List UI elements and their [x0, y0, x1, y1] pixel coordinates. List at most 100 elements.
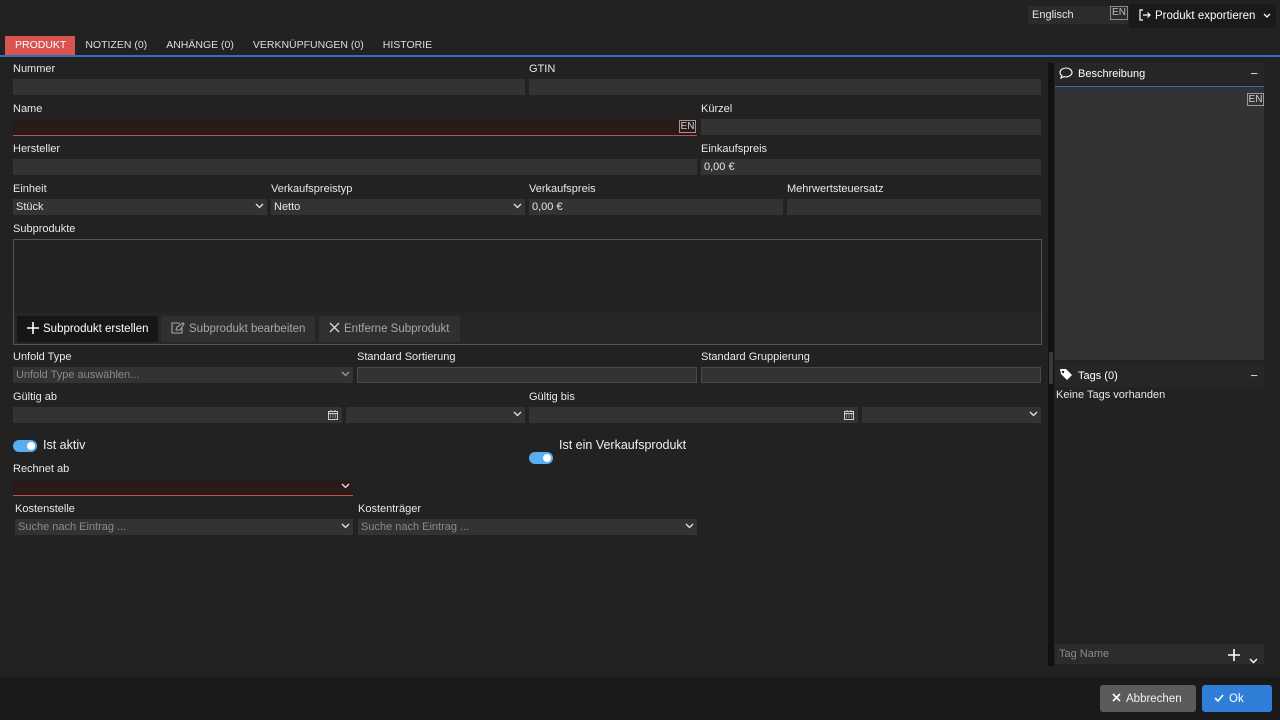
chevron-down-icon [1029, 411, 1038, 419]
tab-historie[interactable]: HISTORIE [373, 36, 441, 55]
verkaufspreis-input[interactable]: 0,00 € [529, 199, 783, 215]
hersteller-label: Hersteller [13, 143, 61, 155]
std-gruppierung-input[interactable] [701, 367, 1041, 383]
tab-anhaenge[interactable]: ANHÄNGE (0) [156, 36, 243, 55]
gtin-label: GTIN [529, 63, 556, 75]
tag-icon [1059, 368, 1073, 384]
kostentraeger-placeholder: Suche nach Eintrag ... [361, 521, 470, 533]
tags-list: Keine Tags vorhanden [1055, 387, 1264, 643]
name-label: Name [13, 103, 43, 115]
kostentraeger-select[interactable]: Suche nach Eintrag ... [358, 519, 697, 535]
name-input[interactable]: EN [13, 119, 697, 136]
tags-title: Tags (0) [1078, 370, 1118, 382]
chevron-down-icon [341, 523, 350, 531]
cancel-button[interactable]: Abbrechen [1100, 685, 1196, 712]
collapse-icon[interactable]: − [1250, 368, 1258, 383]
ist-aktiv-label: Ist aktiv [43, 438, 86, 452]
std-sortierung-input[interactable] [357, 367, 697, 383]
beschreibung-editor[interactable]: EN [1055, 86, 1264, 360]
language-code-badge[interactable]: EN [1110, 6, 1128, 20]
subprodukt-erstellen-label: Subprodukt erstellen [43, 323, 149, 335]
chevron-down-icon [513, 411, 522, 419]
chevron-down-icon[interactable] [1249, 651, 1258, 671]
kostenstelle-label: Kostenstelle [15, 503, 75, 515]
tags-empty-text: Keine Tags vorhanden [1056, 389, 1166, 401]
calendar-icon[interactable] [328, 410, 338, 420]
gueltig-bis-time-select[interactable] [862, 407, 1041, 423]
export-icon [1138, 8, 1152, 24]
mwst-input[interactable] [787, 199, 1041, 215]
verkaufspreistyp-value: Netto [274, 201, 301, 213]
kostenstelle-placeholder: Suche nach Eintrag ... [18, 521, 127, 533]
tab-notizen[interactable]: NOTIZEN (0) [75, 36, 156, 55]
close-icon [1112, 692, 1121, 705]
kostenstelle-select[interactable]: Suche nach Eintrag ... [15, 519, 353, 535]
rechnet-ab-select[interactable] [13, 479, 353, 496]
language-select-value: Englisch [1032, 9, 1074, 21]
gueltig-bis-date-input[interactable] [529, 407, 858, 423]
gueltig-bis-label: Gültig bis [529, 391, 575, 403]
splitter-handle[interactable] [1049, 352, 1053, 384]
ist-verkaufsprodukt-label: Ist ein Verkaufsprodukt [559, 438, 687, 452]
unfold-type-label: Unfold Type [13, 351, 72, 363]
tag-name-input[interactable]: Tag Name [1055, 644, 1264, 664]
chevron-down-icon [513, 203, 522, 211]
beschreibung-language-badge[interactable]: EN [1247, 93, 1264, 106]
collapse-icon[interactable]: − [1250, 66, 1258, 81]
tab-verknuepfungen[interactable]: VERKNÜPFUNGEN (0) [243, 36, 373, 55]
close-icon [329, 322, 340, 336]
rechnet-ab-label: Rechnet ab [13, 463, 70, 475]
ist-verkaufsprodukt-toggle[interactable] [529, 452, 553, 464]
tab-bar: PRODUKT NOTIZEN (0) ANHÄNGE (0) VERKNÜPF… [5, 36, 441, 55]
nummer-label: Nummer [13, 63, 56, 75]
plus-icon [27, 321, 39, 337]
ist-aktiv-toggle[interactable] [13, 440, 37, 452]
name-language-badge[interactable]: EN [679, 120, 696, 133]
subprodukt-bearbeiten-button[interactable]: Subprodukt bearbeiten [161, 316, 316, 342]
tab-underline [0, 55, 1280, 57]
tags-header[interactable]: Tags (0) − [1055, 365, 1264, 387]
kuerzel-input[interactable] [701, 119, 1041, 135]
subprodukt-erstellen-button[interactable]: Subprodukt erstellen [17, 316, 159, 342]
chevron-down-icon [255, 203, 264, 211]
comment-icon [1059, 66, 1073, 82]
subprodukte-label: Subprodukte [13, 223, 76, 235]
subprodukt-entfernen-button[interactable]: Entferne Subprodukt [319, 316, 460, 342]
chevron-down-icon [685, 523, 694, 531]
beschreibung-title: Beschreibung [1078, 68, 1146, 80]
verkaufspreis-label: Verkaufspreis [529, 183, 596, 195]
calendar-icon[interactable] [844, 410, 854, 420]
gueltig-ab-time-select[interactable] [346, 407, 525, 423]
std-gruppierung-label: Standard Gruppierung [701, 351, 810, 363]
einkaufspreis-label: Einkaufspreis [701, 143, 768, 155]
unfold-type-select[interactable]: Unfold Type auswählen... [13, 367, 353, 383]
nummer-input[interactable] [13, 79, 525, 95]
ok-button[interactable]: Ok [1202, 685, 1272, 712]
gueltig-ab-date-input[interactable] [13, 407, 342, 423]
einheit-label: Einheit [13, 183, 47, 195]
beschreibung-header[interactable]: Beschreibung − [1055, 63, 1264, 85]
mwst-label: Mehrwertsteuersatz [787, 183, 884, 195]
verkaufspreistyp-label: Verkaufspreistyp [271, 183, 353, 195]
kostentraeger-label: Kostenträger [358, 503, 421, 515]
ok-label: Ok [1229, 692, 1244, 705]
std-sortierung-label: Standard Sortierung [357, 351, 456, 363]
kuerzel-label: Kürzel [701, 103, 733, 115]
check-icon [1214, 693, 1224, 705]
subprodukt-bearbeiten-label: Subprodukt bearbeiten [189, 323, 306, 335]
export-product-button[interactable]: Produkt exportieren [1129, 4, 1276, 28]
gtin-input[interactable] [529, 79, 1041, 95]
einheit-value: Stück [16, 201, 44, 213]
einkaufspreis-input[interactable]: 0,00 € [701, 159, 1041, 175]
tab-produkt[interactable]: PRODUKT [5, 36, 76, 55]
gueltig-ab-label: Gültig ab [13, 391, 58, 403]
add-tag-icon[interactable] [1228, 648, 1240, 668]
dialog-footer [0, 677, 1280, 720]
export-product-label: Produkt exportieren [1155, 10, 1256, 22]
hersteller-input[interactable] [13, 159, 697, 175]
unfold-type-placeholder: Unfold Type auswählen... [16, 369, 140, 381]
chevron-down-icon [341, 371, 350, 379]
verkaufspreistyp-select[interactable]: Netto [271, 199, 525, 215]
subprodukt-entfernen-label: Entferne Subprodukt [344, 323, 450, 335]
einheit-select[interactable]: Stück [13, 199, 267, 215]
